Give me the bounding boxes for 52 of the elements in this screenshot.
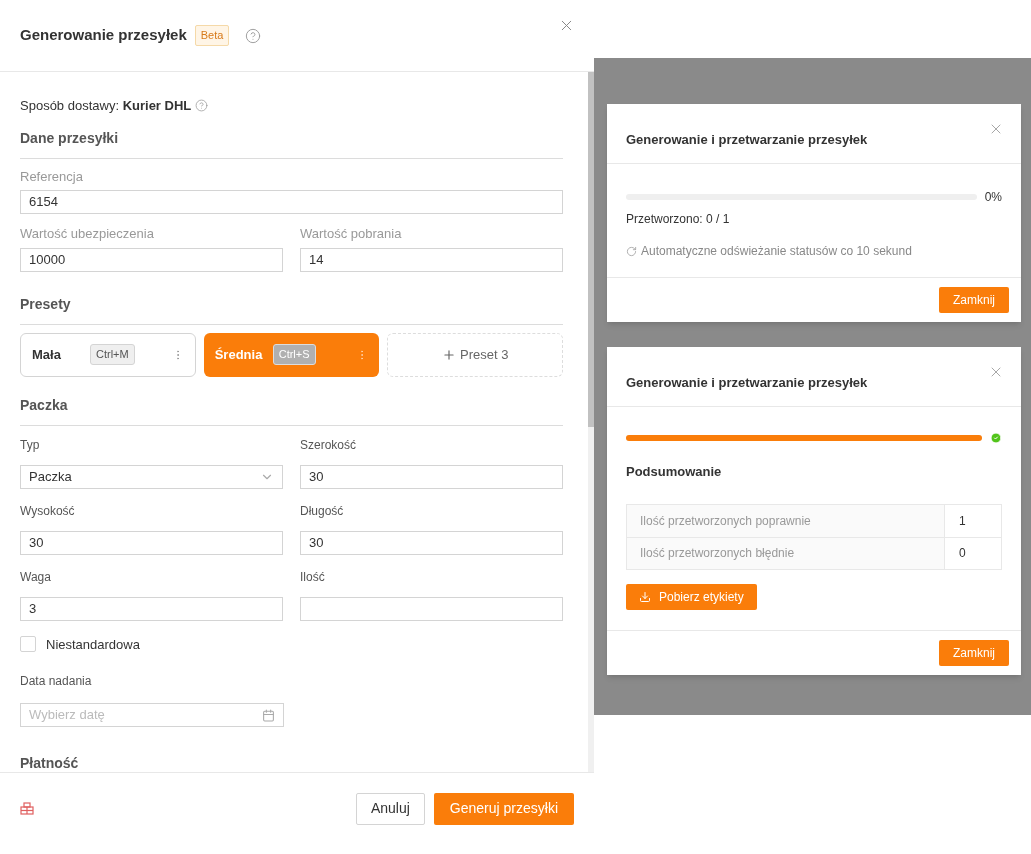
- section-heading: Dane przesyłki: [20, 129, 119, 146]
- table-cell-text: 1: [958, 512, 967, 530]
- field-label: Wartość pobrania: [300, 225, 403, 243]
- field-label: Typ: [20, 436, 41, 454]
- type-select[interactable]: Paczka: [20, 464, 283, 489]
- refresh-note: Automatyczne odświeżanie statusów co 10 sekund: [641, 243, 912, 260]
- processed-count: Przetworzono: 0 / 1: [626, 211, 730, 228]
- drawer-title: Generowanie przesyłek: [20, 25, 187, 46]
- beta-badge: Beta: [194, 25, 230, 46]
- field-label: Ilość: [300, 568, 326, 586]
- add-preset-button[interactable]: Preset 3: [387, 332, 563, 377]
- field-label: Waga: [20, 568, 52, 586]
- field-label: Data nadania: [20, 673, 92, 690]
- input-field[interactable]: 6154: [20, 190, 563, 214]
- modal-title: Generowanie i przetwarzanie przesyłek: [626, 131, 868, 150]
- delivery-method: Sposób dostawy: Kurier DHL: [20, 97, 192, 115]
- input-field[interactable]: 3: [20, 596, 283, 621]
- table-cell: Ilość przetworzonych błędnie: [627, 537, 945, 569]
- refresh-icon: [626, 245, 637, 257]
- shortcut-key: Ctrl+M: [90, 344, 135, 365]
- help-icon[interactable]: [245, 27, 262, 44]
- input-field[interactable]: 14: [300, 247, 563, 272]
- preset-name: Średnia: [214, 345, 264, 364]
- preset-card[interactable]: Mała Ctrl+M: [20, 332, 196, 377]
- shortcut-key: Ctrl+S: [272, 344, 316, 365]
- calendar-icon: [262, 708, 275, 722]
- preset-name: Mała: [32, 345, 62, 364]
- progress-percent: 0%: [984, 189, 1002, 206]
- field-label: Referencja: [20, 167, 84, 186]
- field-label: Szerokość: [300, 436, 358, 454]
- plus-icon: [441, 347, 456, 362]
- summary-title: Podsumowanie: [626, 463, 722, 481]
- input-field[interactable]: 30: [300, 464, 563, 489]
- download-icon: [639, 590, 651, 603]
- scrollbar-thumb[interactable]: [588, 72, 594, 427]
- checkbox[interactable]: [20, 636, 36, 653]
- section-heading: Paczka: [20, 396, 68, 413]
- field-label: Wysokość: [20, 502, 76, 520]
- input-field[interactable]: [300, 596, 563, 621]
- modal-title: Generowanie i przetwarzanie przesyłek: [626, 374, 868, 393]
- section-heading: Presety: [20, 295, 71, 312]
- field-label: Długość: [300, 502, 345, 520]
- input-field[interactable]: 10000: [20, 247, 283, 272]
- field-label: Wartość ubezpieczenia: [20, 225, 155, 243]
- help-icon[interactable]: [195, 99, 209, 113]
- input-field[interactable]: 30: [300, 530, 563, 555]
- table-cell-text: 0: [958, 545, 967, 562]
- cancel-button[interactable]: Anuluj: [355, 792, 425, 825]
- section-heading: Płatność: [20, 755, 79, 771]
- input-field[interactable]: 30: [20, 530, 283, 555]
- checkbox-label: Niestandardowa: [46, 635, 140, 654]
- table-cell: Ilość przetworzonych poprawnie: [627, 504, 945, 537]
